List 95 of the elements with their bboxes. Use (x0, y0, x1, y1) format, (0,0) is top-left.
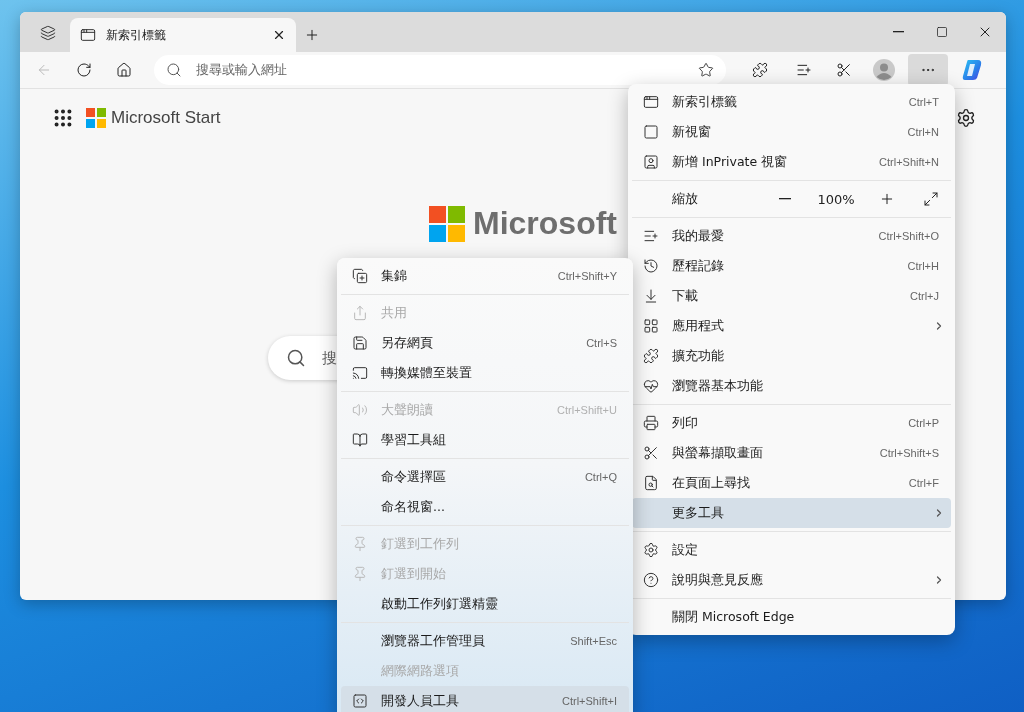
close-icon[interactable] (272, 28, 286, 42)
tab-icon (643, 94, 659, 110)
cast-icon (352, 365, 368, 381)
menu-item[interactable]: 下載 Ctrl+J (632, 281, 951, 311)
shortcut-text: Ctrl+Shift+O (878, 230, 939, 242)
microsoft-logo (86, 108, 106, 128)
zoom-label: 縮放 (672, 190, 699, 208)
shortcut-text: Ctrl+Shift+N (879, 156, 939, 168)
private-window-icon (643, 154, 659, 170)
menu-item[interactable]: 命名視窗... (341, 492, 629, 522)
apps-icon (643, 318, 659, 334)
apps-grid-icon[interactable] (52, 107, 74, 129)
history-icon (643, 258, 659, 274)
code-window-icon (352, 693, 368, 709)
download-icon (643, 288, 659, 304)
menu-item[interactable]: 關閉 Microsoft Edge (632, 602, 951, 632)
star-icon (698, 62, 714, 78)
settings-icon[interactable] (956, 108, 976, 128)
menu-item[interactable]: 新增 InPrivate 視窗 Ctrl+Shift+N (632, 147, 951, 177)
shortcut-text: Ctrl+Shift+U (557, 404, 617, 416)
search-icon (166, 62, 182, 78)
shortcut-text: Ctrl+S (586, 337, 617, 349)
menu-item[interactable]: 開發人員工具 Ctrl+Shift+I (341, 686, 629, 712)
settings-icon (643, 542, 659, 558)
minus-icon (893, 31, 904, 33)
menu-item[interactable]: 瀏覽器工作管理員 Shift+Esc (341, 626, 629, 656)
menu-item[interactable]: 設定 (632, 535, 951, 565)
shortcut-text: Shift+Esc (570, 635, 617, 647)
shortcut-text: Ctrl+Shift+I (561, 695, 617, 707)
address-field[interactable]: 搜尋或輸入網址 (154, 55, 726, 85)
plus-icon (879, 191, 895, 207)
microsoft-logo (429, 205, 465, 242)
hero-logo-text: Microsoft (473, 205, 617, 242)
pin-icon (352, 536, 368, 552)
share-icon (352, 305, 368, 321)
menu-item[interactable]: 說明與意見反應 (632, 565, 951, 595)
printer-icon (643, 415, 659, 431)
find-icon (643, 475, 659, 491)
menu-item[interactable]: 與螢幕擷取畫面 Ctrl+Shift+S (632, 438, 951, 468)
extension-icon (643, 348, 659, 364)
shortcut-text: Ctrl+N (907, 126, 939, 138)
menu-item[interactable]: 新視窗 Ctrl+N (632, 117, 951, 147)
zoom-value: 100% (816, 191, 856, 207)
menu-item[interactable]: 新索引標籤 Ctrl+T (632, 87, 951, 117)
browser-tab[interactable]: 新索引標籤 (70, 18, 296, 52)
help-icon (643, 572, 659, 588)
speaker-icon (352, 402, 368, 418)
layers-icon (40, 25, 56, 41)
menu-item[interactable]: 歷程記錄 Ctrl+H (632, 251, 951, 281)
menu-item[interactable]: 應用程式 (632, 311, 951, 341)
menu-item[interactable]: 更多工具 (632, 498, 951, 528)
brand-name: Microsoft Start (111, 108, 221, 128)
plus-icon (304, 27, 320, 43)
square-icon (935, 26, 948, 38)
search-placeholder: 搜 (322, 348, 337, 368)
copilot-icon (960, 58, 984, 82)
pin-icon (352, 566, 368, 582)
menu-item[interactable]: 在頁面上尋找 Ctrl+F (632, 468, 951, 498)
scissors-icon (836, 62, 852, 78)
menu-item[interactable]: 啟動工作列釘選精靈 (341, 589, 629, 619)
shortcut-text: Ctrl+H (907, 260, 939, 272)
expand-arrows-icon (923, 191, 939, 207)
tab-title: 新索引標籤 (106, 26, 167, 44)
shortcut-text: Ctrl+P (908, 417, 939, 429)
menu-item[interactable]: 另存網頁 Ctrl+S (341, 328, 629, 358)
favorites-icon (796, 62, 812, 78)
puzzle-icon (752, 62, 768, 78)
menu-item[interactable]: 集錦 Ctrl+Shift+Y (341, 261, 629, 291)
menu-item[interactable]: 命令選擇區 Ctrl+Q (341, 462, 629, 492)
shortcut-text: Ctrl+F (908, 477, 939, 489)
address-placeholder: 搜尋或輸入網址 (196, 61, 288, 79)
scissors-icon (643, 445, 659, 461)
menu-item[interactable]: 瀏覽器基本功能 (632, 371, 951, 401)
minus-icon (779, 198, 791, 200)
window-icon (643, 124, 659, 140)
save-icon (352, 335, 368, 351)
shortcut-text: Ctrl+T (908, 96, 939, 108)
menu-item[interactable]: 擴充功能 (632, 341, 951, 371)
avatar-icon (873, 59, 895, 81)
shortcut-text: Ctrl+Shift+Y (557, 270, 617, 282)
search-icon (286, 348, 306, 368)
menu-item[interactable]: 學習工具組 (341, 425, 629, 455)
menu-item[interactable]: 轉換媒體至裝置 (341, 358, 629, 388)
menu-item[interactable]: 列印 Ctrl+P (632, 408, 951, 438)
heart-pulse-icon (643, 378, 659, 394)
book-icon (352, 432, 368, 448)
tab-icon (80, 27, 96, 43)
favorites-icon (643, 228, 659, 244)
refresh-icon (76, 62, 92, 78)
collections-icon (352, 268, 368, 284)
shortcut-text: Ctrl+Shift+S (879, 447, 939, 459)
menu-item[interactable]: 我的最愛 Ctrl+Shift+O (632, 221, 951, 251)
shortcut-text: Ctrl+J (909, 290, 939, 302)
home-icon (116, 62, 132, 78)
shortcut-text: Ctrl+Q (584, 471, 617, 483)
